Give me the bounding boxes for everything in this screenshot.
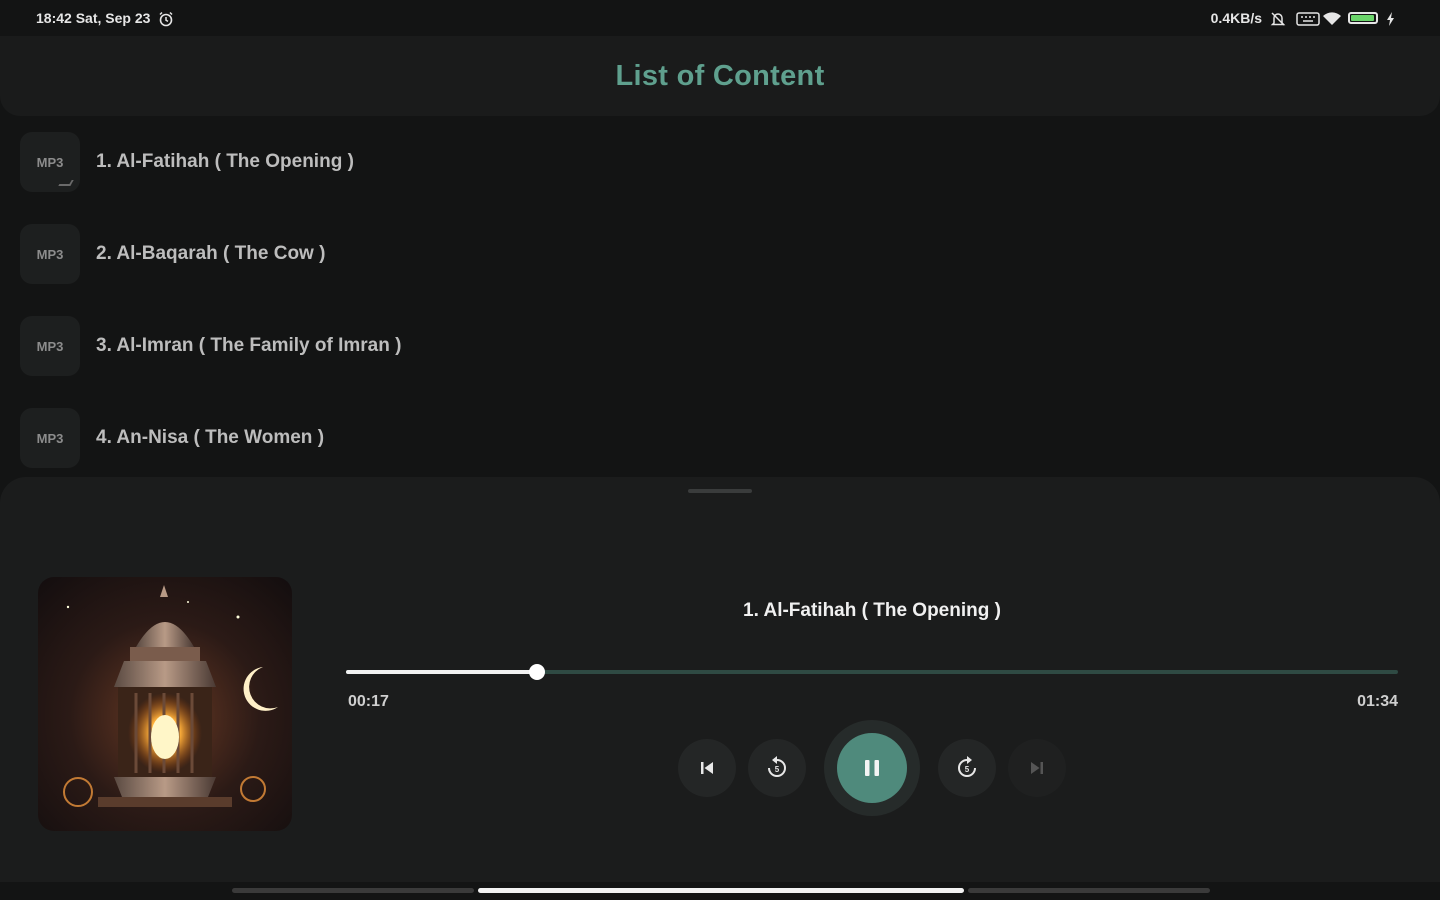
now-playing-icon: [58, 180, 74, 186]
previous-button[interactable]: [678, 739, 736, 797]
progress-fill: [346, 670, 538, 674]
list-item[interactable]: MP3 2. Al-Baqarah ( The Cow ): [0, 208, 1440, 300]
list-item-title: 4. An-Nisa ( The Women ): [96, 427, 325, 448]
mp3-badge-label: MP3: [36, 246, 64, 262]
play-pause-ring: [824, 720, 920, 816]
forward-icon: 5: [958, 756, 976, 777]
mp3-file-icon: MP3: [20, 132, 80, 192]
charging-icon: [1386, 11, 1404, 26]
status-right: 0.4KB/s: [1211, 10, 1404, 26]
next-button[interactable]: [1008, 739, 1066, 797]
alarm-icon: [158, 11, 176, 27]
nav-segment-right[interactable]: [968, 888, 1210, 893]
list-item-title: 3. Al-Imran ( The Family of Imran ): [96, 335, 402, 356]
pause-button[interactable]: [837, 733, 907, 803]
network-speed: 0.4KB/s: [1210, 10, 1262, 26]
now-playing-title: 1. Al-Fatihah ( The Opening ): [743, 600, 1001, 621]
progress-thumb[interactable]: [529, 664, 546, 680]
page-title: List of Content: [615, 59, 825, 92]
pause-icon: [865, 760, 879, 776]
elapsed-time: 00:17: [348, 693, 389, 710]
keyboard-icon: [1296, 11, 1320, 26]
status-bar: 18:42 Sat, Sep 23 0.4KB/s: [0, 0, 1440, 36]
mp3-file-icon: MP3: [20, 224, 80, 284]
playback-controls: 5 5: [678, 720, 1068, 816]
mp3-file-icon: MP3: [20, 408, 80, 468]
drag-handle[interactable]: [688, 489, 752, 493]
mute-icon: [1270, 11, 1288, 26]
player-sheet: 1. Al-Fatihah ( The Opening ) 00:17 01:3…: [0, 477, 1440, 882]
status-left: 18:42 Sat, Sep 23: [36, 10, 176, 27]
list-item[interactable]: MP3 1. Al-Fatihah ( The Opening ): [0, 116, 1440, 208]
svg-text:5: 5: [775, 765, 780, 774]
mp3-badge-label: MP3: [36, 154, 64, 170]
mp3-file-icon: MP3: [20, 316, 80, 376]
content-list: MP3 1. Al-Fatihah ( The Opening ) MP3 2.…: [0, 116, 1440, 484]
app-screen: 18:42 Sat, Sep 23 0.4KB/s List of Conten…: [0, 0, 1440, 900]
app-header: List of Content: [0, 36, 1440, 116]
mp3-badge-label: MP3: [36, 430, 64, 446]
battery-level: [1351, 15, 1374, 21]
status-time-date: 18:42 Sat, Sep 23: [36, 10, 151, 26]
list-item-title: 2. Al-Baqarah ( The Cow ): [96, 243, 326, 264]
lantern-artwork: [38, 577, 292, 831]
album-art: [38, 577, 292, 831]
nav-segment-left[interactable]: [232, 888, 474, 893]
forward-button[interactable]: 5: [938, 739, 996, 797]
total-time: 01:34: [1357, 693, 1398, 710]
list-item[interactable]: MP3 4. An-Nisa ( The Women ): [0, 392, 1440, 484]
skip-previous-icon: [701, 762, 713, 774]
progress-slider[interactable]: [346, 664, 1398, 680]
list-item[interactable]: MP3 3. Al-Imran ( The Family of Imran ): [0, 300, 1440, 392]
home-gesture-bar[interactable]: [478, 888, 964, 893]
battery-icon: [1348, 12, 1378, 24]
svg-text:5: 5: [965, 765, 970, 774]
rewind-button[interactable]: 5: [748, 739, 806, 797]
skip-next-icon: [1031, 762, 1043, 774]
list-item-title: 1. Al-Fatihah ( The Opening ): [96, 151, 354, 172]
mp3-badge-label: MP3: [36, 338, 64, 354]
navigation-bar: [0, 882, 1440, 900]
rewind-icon: 5: [768, 756, 786, 777]
wifi-icon: [1322, 11, 1341, 25]
